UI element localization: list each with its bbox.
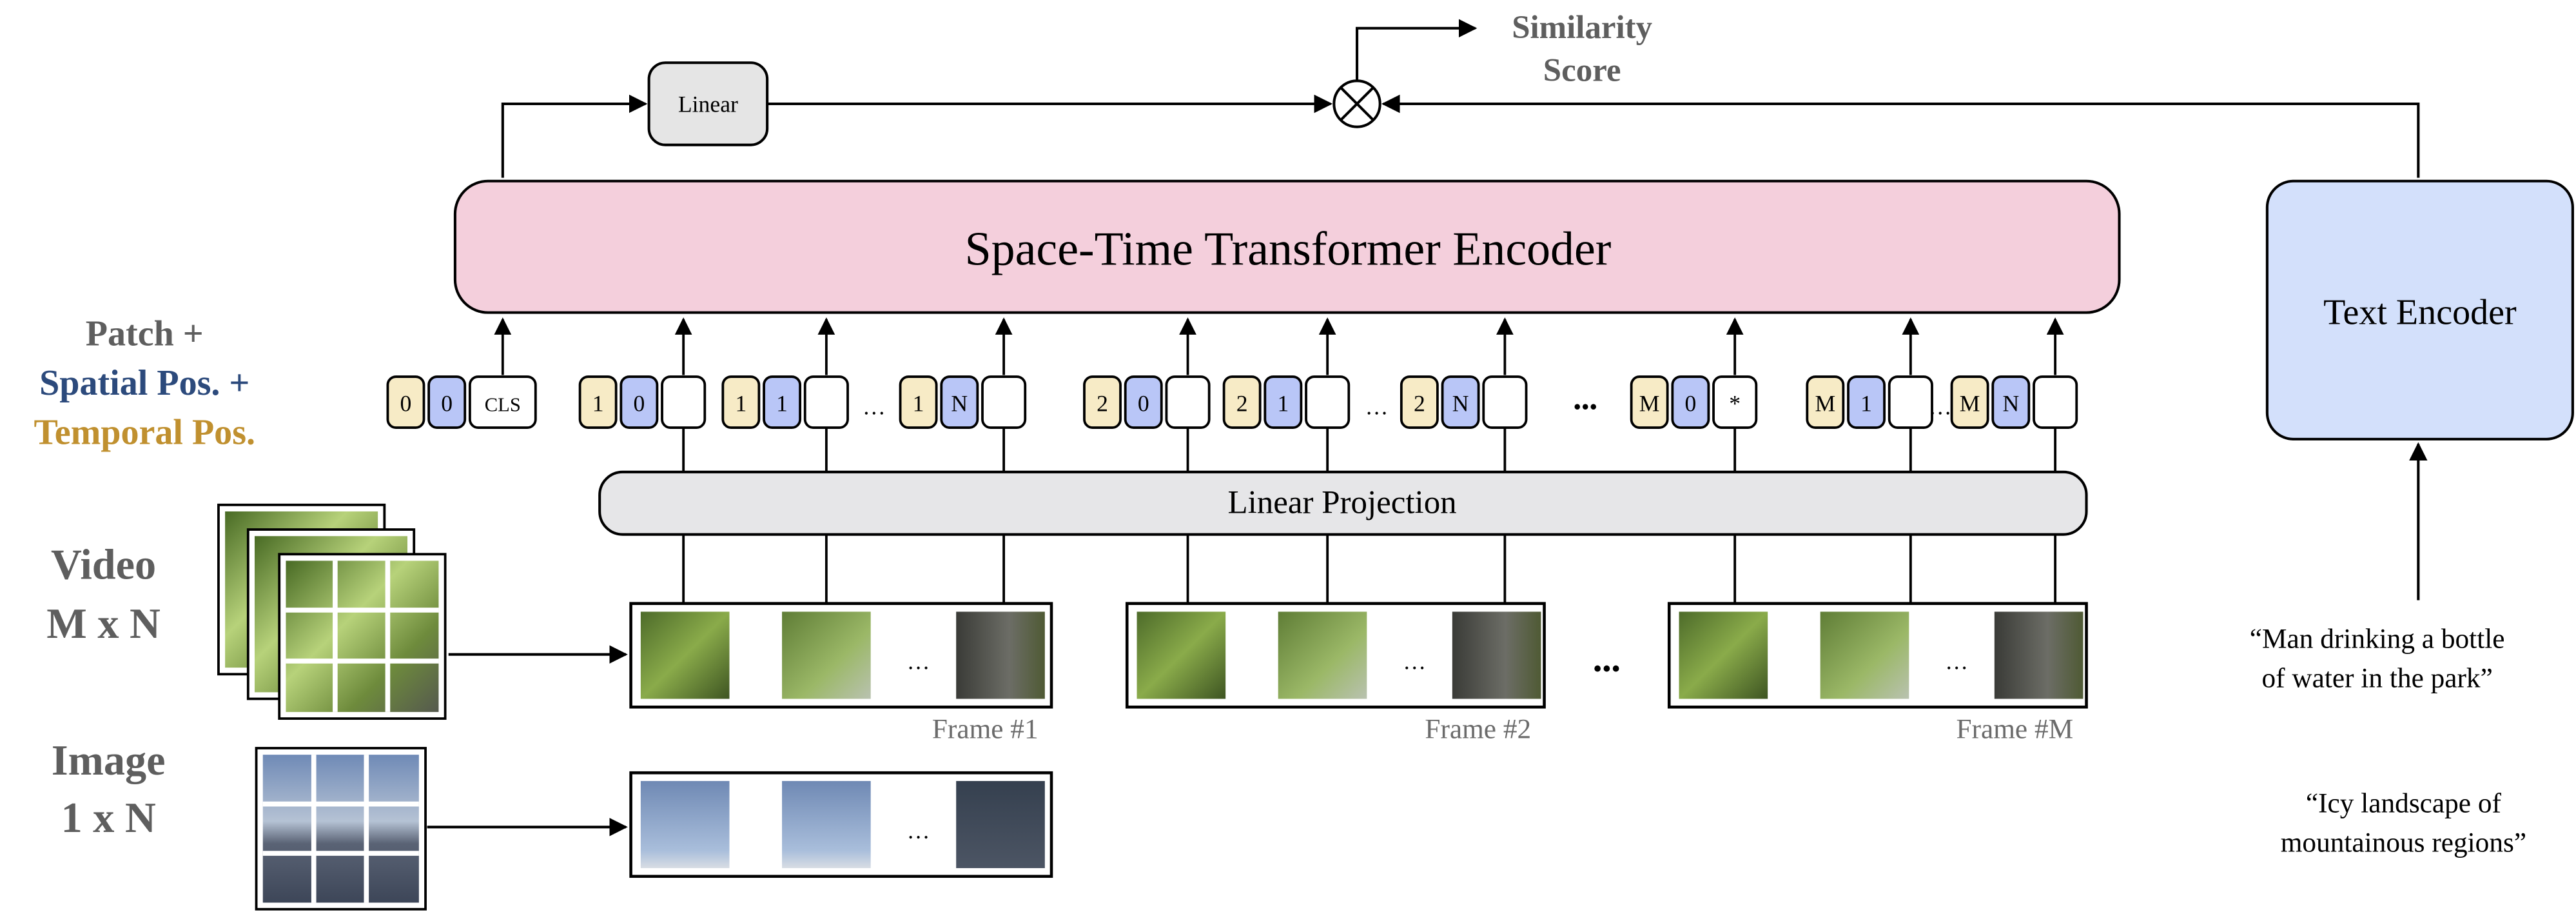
space-time-encoder: Space-Time Transformer Encoder — [453, 179, 2121, 314]
patch-image — [1278, 611, 1367, 699]
similarity-label-line1: Similarity — [1512, 10, 1652, 46]
patch-token — [661, 375, 707, 429]
patch-token — [1888, 375, 1933, 429]
frame-patches-box: … Frame #2 — [1125, 602, 1546, 745]
frames-ellipsis: ••• — [1593, 654, 1621, 683]
spatial-token-label: 1 — [1277, 391, 1289, 417]
patch-image — [640, 611, 730, 699]
image-grid — [255, 747, 427, 911]
temporal-token-label: 2 — [1236, 391, 1248, 417]
linear-label: Linear — [678, 92, 738, 117]
token-group: 21 — [1222, 375, 1351, 429]
patch-token — [1305, 375, 1351, 429]
token-group: 10 — [578, 375, 707, 429]
temporal-token-label: M — [1815, 391, 1835, 417]
patch-ellipsis: … — [907, 649, 930, 675]
spatial-token-label: 1 — [1860, 391, 1872, 417]
video-label: Video — [51, 541, 156, 588]
spatial-token-label: 1 — [776, 391, 788, 417]
token-group: 1N — [899, 375, 1027, 429]
spatial-token-label: N — [1452, 391, 1469, 417]
frame-patches-box: … Frame #1 — [629, 602, 1053, 745]
patch-image — [1994, 611, 2083, 699]
patch-token — [2033, 375, 2078, 429]
token-group: M1 — [1806, 375, 1933, 429]
temporal-token-label: 1 — [735, 391, 746, 417]
video-stack — [217, 503, 447, 720]
token-group: 20 — [1083, 375, 1211, 429]
video-caption-line1: “Man drinking a bottle — [2250, 624, 2505, 655]
token-row: 0 0 CLS 1 0 1 1 1 N 2 0 2 1 2 N M 0 * M 1 M N…… …••• — [386, 317, 2078, 604]
linear-projection: Linear Projection — [598, 470, 2088, 536]
legend-patch: Patch + — [86, 314, 204, 354]
token-ellipsis: … — [863, 394, 886, 420]
image-caption-line2: mountainous regions” — [2281, 827, 2526, 858]
token-group: 11 — [721, 375, 849, 429]
temporal-token-label: M — [1960, 391, 1980, 417]
patch-token — [1482, 375, 1528, 429]
image-label: Image — [52, 737, 166, 784]
frame-label: Frame #2 — [1425, 714, 1531, 745]
patch-token — [803, 375, 849, 429]
spatial-token-label: N — [2002, 391, 2019, 417]
image-patches-box: … — [629, 771, 1053, 878]
patch-ellipsis: … — [1945, 649, 1968, 675]
spatial-token-label: 0 — [1684, 391, 1696, 417]
patch-image — [1820, 611, 1909, 699]
patch-token-label: CLS — [485, 394, 521, 416]
token-ellipsis: … — [1365, 394, 1389, 420]
patch-image — [1137, 611, 1226, 699]
group-ellipsis: ••• — [1574, 394, 1597, 420]
temporal-token-label: 1 — [913, 391, 924, 417]
encoder-label: Space-Time Transformer Encoder — [965, 223, 1612, 275]
spatial-token-label: N — [951, 391, 968, 417]
token-group: MN — [1950, 375, 2078, 429]
patch-image — [640, 780, 730, 869]
image-caption-line1: “Icy landscape of — [2306, 787, 2502, 818]
patch-image — [782, 780, 871, 869]
token-ellipsis: … — [1929, 394, 1952, 420]
similarity-multiply-icon — [1332, 79, 1381, 128]
frame-label: Frame #M — [1956, 714, 2074, 745]
architecture-diagram: Linear Similarity Score Space-Time Trans… — [34, 10, 2574, 911]
legend-spatial: Spatial Pos. + — [39, 363, 249, 403]
video-frame-front — [278, 553, 447, 720]
temporal-token-label: 2 — [1414, 391, 1425, 417]
temporal-token-label: 0 — [400, 391, 412, 417]
patch-ellipsis: … — [1403, 649, 1426, 675]
frame-row: … Frame #1 … Frame #2 … Frame #M … — [629, 602, 2088, 878]
patch-image — [1452, 611, 1541, 699]
patch-token — [1165, 375, 1211, 429]
video-caption-line2: of water in the park” — [2261, 663, 2492, 694]
spatial-token-label: 0 — [1138, 391, 1149, 417]
patch-token — [981, 375, 1027, 429]
patch-token-label: * — [1729, 391, 1741, 417]
text-encoder-label: Text Encoder — [2323, 292, 2517, 332]
spatial-token-label: 0 — [441, 391, 453, 417]
legend-temporal: Temporal Pos. — [34, 413, 255, 453]
patch-ellipsis: … — [907, 818, 930, 844]
text-encoder: Text Encoder — [2265, 179, 2574, 441]
similarity-label-line2: Score — [1543, 52, 1621, 88]
frame-patches-box: … Frame #M — [1667, 602, 2088, 745]
temporal-token-label: M — [1639, 391, 1660, 417]
video-size-label: M x N — [46, 600, 161, 648]
patch-image — [956, 611, 1045, 699]
projection-label: Linear Projection — [1228, 485, 1457, 521]
frame-label: Frame #1 — [932, 714, 1039, 745]
temporal-token-label: 2 — [1097, 391, 1108, 417]
token-group: 2N — [1400, 375, 1528, 429]
token-group: M 0 * — [1630, 375, 1758, 429]
patch-image — [956, 780, 1045, 869]
patch-image — [1679, 611, 1768, 699]
linear-box: Linear — [647, 61, 769, 146]
token-group: 0 0 CLS — [386, 375, 537, 429]
patch-image — [782, 611, 871, 699]
spatial-token-label: 0 — [633, 391, 645, 417]
image-size-label: 1 x N — [61, 795, 156, 842]
temporal-token-label: 1 — [592, 391, 604, 417]
